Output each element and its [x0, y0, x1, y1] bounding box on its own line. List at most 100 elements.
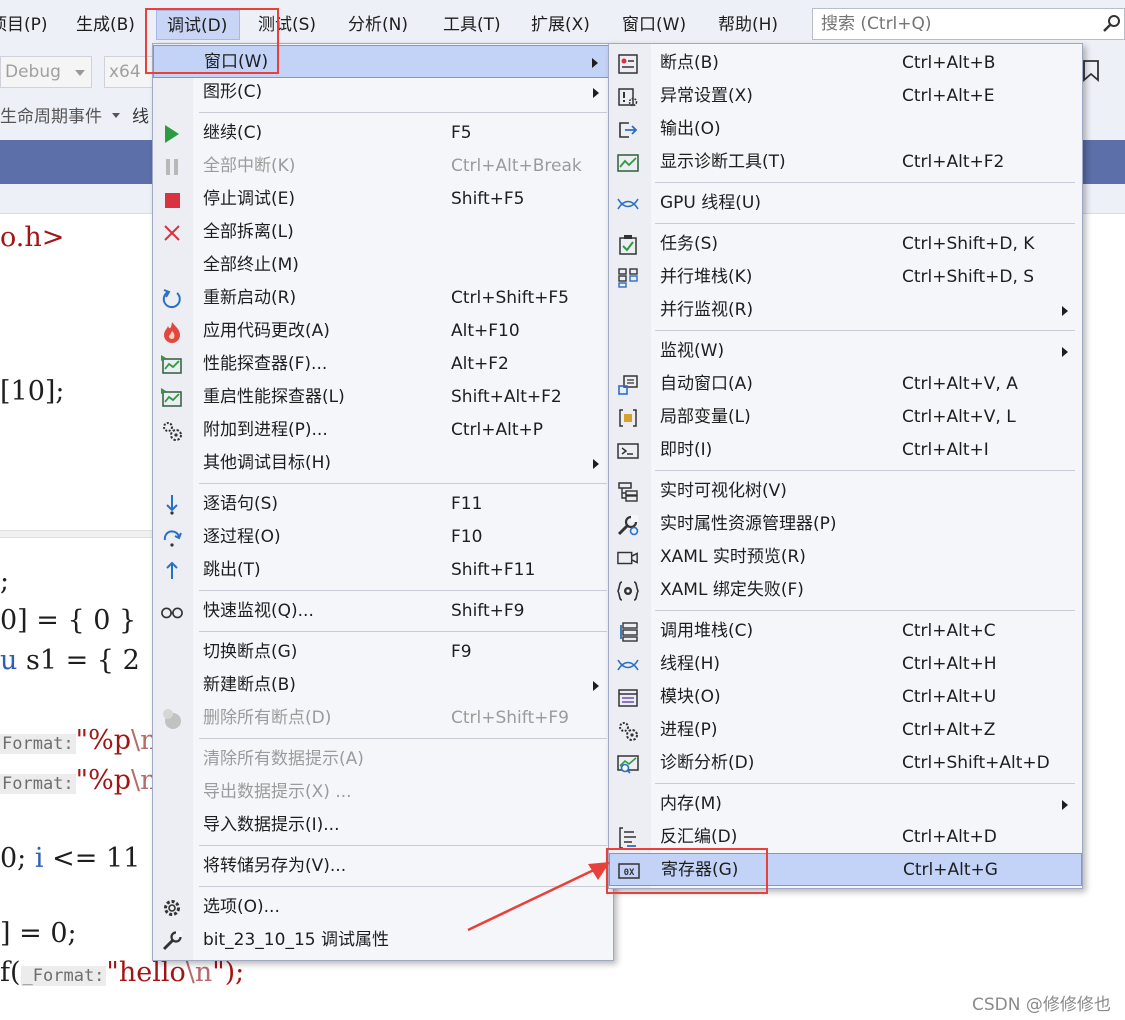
window-menu-item-memory[interactable]: 内存(M)	[609, 788, 1082, 821]
code-line-for: 0; i <= 11	[0, 843, 141, 874]
menu-analyze[interactable]: 分析(N)	[348, 10, 408, 40]
disassembly-icon	[617, 827, 639, 849]
step-over-icon	[161, 527, 183, 549]
debug-menu-item-stop[interactable]: 停止调试(E) Shift+F5	[153, 183, 613, 216]
window-menu-item-live-property-explorer[interactable]: 实时属性资源管理器(P)	[609, 508, 1082, 541]
window-menu-item-diagnostic-analysis[interactable]: 诊断分析(D) Ctrl+Shift+Alt+D	[609, 747, 1082, 780]
debug-menu-item-quick-watch[interactable]: 快速监视(Q)... Shift+F9	[153, 595, 613, 628]
debug-menu-item-detach-all[interactable]: 全部拆离(L)	[153, 216, 613, 249]
menu-tools[interactable]: 工具(T)	[443, 10, 501, 40]
diagnostic-analysis-icon	[617, 753, 639, 775]
configuration-dropdown[interactable]: Debug	[0, 56, 92, 88]
code-line-printf-hello: f(_Format:"hello\n");	[0, 957, 245, 988]
step-out-icon	[161, 560, 183, 582]
debug-menu-item-break-all[interactable]: 全部中断(K) Ctrl+Alt+Break	[153, 150, 613, 183]
hot-reload-flame-icon	[161, 321, 183, 343]
window-menu-item-locals[interactable]: 局部变量(L) Ctrl+Alt+V, L	[609, 401, 1082, 434]
output-icon	[617, 119, 639, 141]
annotation-arrow-icon	[467, 862, 610, 932]
menu-extensions[interactable]: 扩展(X)	[531, 10, 590, 40]
window-menu-item-xaml-live-preview[interactable]: XAML 实时预览(R)	[609, 541, 1082, 574]
menu-separator	[655, 330, 1075, 331]
debug-menu-item-step-out[interactable]: 跳出(T) Shift+F11	[153, 554, 613, 587]
menu-separator	[655, 610, 1075, 611]
debug-menu-item-terminate-all[interactable]: 全部终止(M)	[153, 249, 613, 282]
window-menu-item-live-visual-tree[interactable]: 实时可视化树(V)	[609, 475, 1082, 508]
debug-menu-item-profiler[interactable]: 性能探查器(F)... Alt+F2	[153, 348, 613, 381]
menu-separator	[199, 738, 607, 739]
window-menu-item-modules[interactable]: 模块(O) Ctrl+Alt+U	[609, 681, 1082, 714]
debug-menu-item-continue[interactable]: 继续(C) F5	[153, 117, 613, 150]
gpu-threads-icon	[617, 193, 639, 215]
debug-menu-item-attach-to-process[interactable]: 附加到进程(P)... Ctrl+Alt+P	[153, 414, 613, 447]
menu-help[interactable]: 帮助(H)	[718, 10, 778, 40]
window-menu-item-parallel-stacks[interactable]: 并行堆栈(K) Ctrl+Shift+D, S	[609, 261, 1082, 294]
debug-menu-item-toggle-breakpoint[interactable]: 切换断点(G) F9	[153, 636, 613, 669]
processes-gears-icon	[617, 720, 639, 742]
debug-menu-item-graphics[interactable]: 图形(C)	[153, 76, 613, 109]
window-menu-item-immediate[interactable]: 即时(I) Ctrl+Alt+I	[609, 434, 1082, 467]
window-menu-item-autos[interactable]: 自动窗口(A) Ctrl+Alt+V, A	[609, 368, 1082, 401]
restart-icon	[161, 288, 183, 310]
window-menu-item-watch[interactable]: 监视(W)	[609, 335, 1082, 368]
code-line-array: [10];	[0, 376, 65, 407]
search-box[interactable]	[812, 8, 1125, 40]
window-menu-item-parallel-watch[interactable]: 并行监视(R)	[609, 294, 1082, 327]
delete-breakpoints-icon	[161, 708, 183, 730]
debug-menu-item-export-datatips[interactable]: 导出数据提示(X) ...	[153, 776, 613, 809]
debug-menu-item-other-targets[interactable]: 其他调试目标(H)	[153, 447, 613, 480]
window-menu-item-breakpoints[interactable]: 断点(B) Ctrl+Alt+B	[609, 47, 1082, 80]
window-menu-item-diagnostic-tools[interactable]: 显示诊断工具(T) Ctrl+Alt+F2	[609, 146, 1082, 179]
bookmark-icon[interactable]	[1082, 60, 1100, 82]
debug-menu-item-restart-profiler[interactable]: 重启性能探查器(L) Shift+Alt+F2	[153, 381, 613, 414]
pause-icon	[161, 156, 183, 178]
debug-menu-item-delete-all-breakpoints[interactable]: 删除所有断点(D) Ctrl+Shift+F9	[153, 702, 613, 735]
debug-menu-item-step-into[interactable]: 逐语句(S) F11	[153, 488, 613, 521]
thread-label: 线	[132, 107, 149, 127]
window-menu-item-output[interactable]: 输出(O)	[609, 113, 1082, 146]
platform-value: x64	[109, 62, 141, 82]
profiler-icon	[161, 354, 183, 376]
chevron-down-icon	[75, 70, 85, 76]
search-icon[interactable]	[1102, 13, 1122, 35]
search-input[interactable]	[813, 9, 1093, 39]
code-line-semicolon: ;	[0, 566, 10, 597]
submenu-arrow-icon	[593, 459, 599, 469]
menu-separator	[655, 783, 1075, 784]
chevron-down-icon[interactable]	[112, 113, 120, 118]
debug-menu-item-step-over[interactable]: 逐过程(O) F10	[153, 521, 613, 554]
window-menu-item-exception-settings[interactable]: 异常设置(X) Ctrl+Alt+E	[609, 80, 1082, 113]
profiler-restart-icon	[161, 387, 183, 409]
debug-menu-item-new-breakpoint[interactable]: 新建断点(B)	[153, 669, 613, 702]
annotation-box-registers	[606, 848, 768, 894]
parameter-hint: Format:	[0, 774, 76, 794]
wrench-icon	[161, 930, 183, 952]
window-menu-item-call-stack[interactable]: 调用堆栈(C) Ctrl+Alt+C	[609, 615, 1082, 648]
configuration-value: Debug	[5, 62, 61, 82]
attach-gears-icon	[161, 420, 183, 442]
diagnostic-tools-icon	[617, 152, 639, 174]
annotation-box-debug-window	[145, 8, 279, 74]
split-divider[interactable]	[0, 530, 152, 538]
debug-menu-item-clear-datatips[interactable]: 清除所有数据提示(A)	[153, 743, 613, 776]
window-menu-item-xaml-binding-failures[interactable]: XAML 绑定失败(F)	[609, 574, 1082, 607]
menu-separator	[199, 483, 607, 484]
menu-window[interactable]: 窗口(W)	[622, 10, 686, 40]
code-line-include: o.h>	[0, 222, 65, 253]
code-line-assign: ] = 0;	[0, 918, 77, 949]
debug-menu-item-restart[interactable]: 重新启动(R) Ctrl+Shift+F5	[153, 282, 613, 315]
debug-menu-item-apply-code-changes[interactable]: 应用代码更改(A) Alt+F10	[153, 315, 613, 348]
window-menu-item-processes[interactable]: 进程(P) Ctrl+Alt+Z	[609, 714, 1082, 747]
lifecycle-events-label[interactable]: 生命周期事件	[0, 102, 102, 132]
menu-project[interactable]: 项目(P)	[0, 10, 48, 40]
parameter-hint: Format:	[0, 734, 76, 754]
submenu-arrow-icon	[1062, 800, 1068, 810]
menu-build[interactable]: 生成(B)	[76, 10, 135, 40]
submenu-arrow-icon	[593, 681, 599, 691]
window-menu-item-gpu-threads[interactable]: GPU 线程(U)	[609, 187, 1082, 220]
window-menu-item-tasks[interactable]: 任务(S) Ctrl+Shift+D, K	[609, 228, 1082, 261]
window-menu-item-threads[interactable]: 线程(H) Ctrl+Alt+H	[609, 648, 1082, 681]
immediate-window-icon	[617, 440, 639, 462]
modules-icon	[617, 687, 639, 709]
debug-menu-item-import-datatips[interactable]: 导入数据提示(I)...	[153, 809, 613, 842]
